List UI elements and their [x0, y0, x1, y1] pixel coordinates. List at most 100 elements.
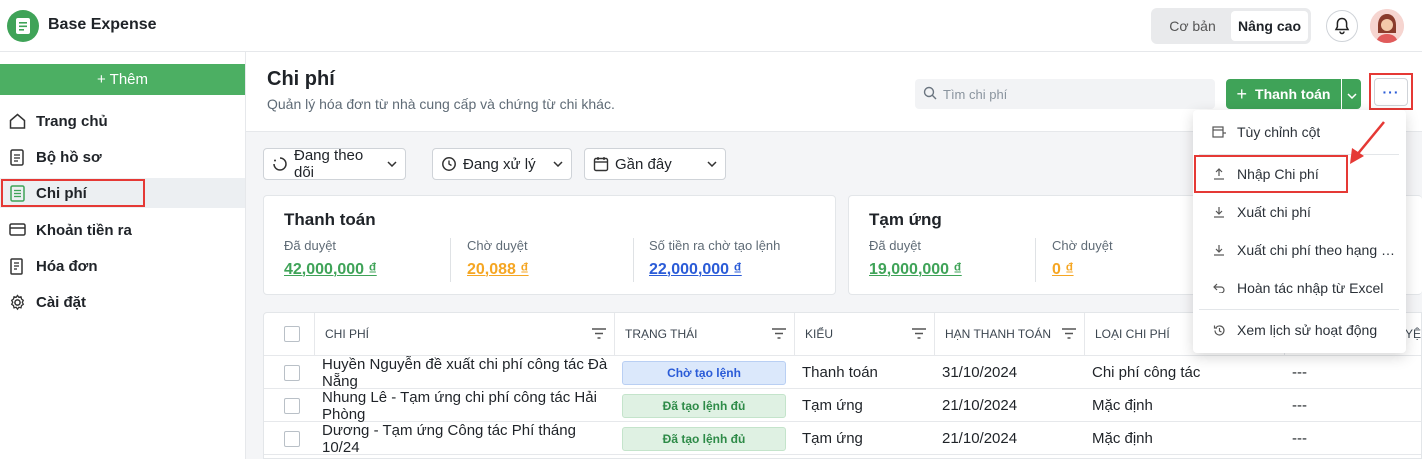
- stat-divider: [633, 238, 634, 282]
- filter-icon[interactable]: [772, 328, 786, 342]
- plus-icon: +: [1236, 83, 1248, 104]
- search-input[interactable]: [943, 86, 1203, 102]
- column-header-expense[interactable]: CHI PHÍ: [315, 313, 615, 356]
- menu-item-label: Tùy chỉnh cột: [1237, 124, 1321, 140]
- sidebar-item-documents[interactable]: Bộ hồ sơ: [0, 142, 245, 172]
- stat-value[interactable]: 42,000,000 ₫: [284, 261, 377, 279]
- cell-expense[interactable]: Dương - Tạm ứng Công tác Phí tháng 10/24: [322, 422, 612, 456]
- filter-follow[interactable]: Đang theo dõi: [263, 147, 406, 181]
- table-row[interactable]: Dương - Tạm ứng Công tác Phí tháng 10/24…: [264, 422, 1421, 456]
- status-badge: Đã tạo lệnh đủ: [622, 426, 786, 451]
- menu-item-export-by-category[interactable]: Xuất chi phí theo hạng mục: [1193, 231, 1406, 269]
- select-all-checkbox[interactable]: [284, 326, 300, 342]
- invoice-icon: [8, 257, 26, 275]
- cell-expense[interactable]: Huyền Nguyễn đề xuất chi phí công tác Đà…: [322, 356, 612, 390]
- sidebar-item-label: Cài đặt: [36, 293, 87, 311]
- sidebar-item-label: Hóa đơn: [36, 257, 98, 275]
- table-row[interactable]: Huyền Nguyễn đề xuất chi phí công tác Đà…: [264, 356, 1421, 390]
- filter-recent[interactable]: Gần đây: [584, 148, 726, 180]
- mode-advanced-button[interactable]: Nâng cao: [1231, 11, 1308, 41]
- menu-item-undo-import[interactable]: Hoàn tác nhập từ Excel: [1193, 269, 1406, 307]
- cell-extra: ---: [1292, 430, 1307, 447]
- sidebar-item-home[interactable]: Trang chủ: [0, 106, 245, 136]
- filter-processing[interactable]: Đang xử lý: [432, 148, 572, 180]
- top-bar: Base Expense Cơ bản Nâng cao: [0, 0, 1422, 52]
- status-badge: Đã tạo lệnh đủ: [622, 393, 786, 418]
- cell-type: Tạm ứng: [802, 397, 863, 414]
- mode-basic-button[interactable]: Cơ bản: [1154, 11, 1231, 41]
- row-checkbox[interactable]: [284, 430, 300, 447]
- app-name: Base Expense: [48, 16, 157, 33]
- stat-value[interactable]: 0 ₫: [1052, 261, 1113, 279]
- history-icon: [1211, 324, 1227, 337]
- column-header-status[interactable]: TRẠNG THÁI: [615, 313, 795, 356]
- pay-dropdown-button[interactable]: [1342, 79, 1361, 109]
- sidebar-item-outgoing[interactable]: Khoản tiền ra: [0, 215, 245, 245]
- filter-icon[interactable]: [592, 328, 606, 342]
- sidebar-item-settings[interactable]: Cài đặt: [0, 287, 245, 317]
- filter-icon[interactable]: [912, 328, 926, 342]
- sidebar: + Thêm Trang chủ Bộ hồ sơ Chi phí Khoản …: [0, 52, 246, 459]
- menu-item-label: Xuất chi phí: [1237, 204, 1311, 220]
- app-logo-icon[interactable]: [7, 10, 39, 42]
- cell-status: Đã tạo lệnh đủ: [622, 422, 786, 455]
- column-label: KIỂU: [805, 327, 834, 341]
- row-checkbox[interactable]: [284, 397, 300, 414]
- column-label: YỆ: [1404, 327, 1421, 341]
- menu-item-activity-history[interactable]: Xem lịch sử hoạt động: [1193, 311, 1406, 349]
- card-title: Thanh toán: [284, 210, 376, 229]
- cell-due-date: 21/10/2024: [942, 397, 1018, 414]
- annotation-arrow: [1350, 121, 1385, 164]
- sidebar-item-label: Trang chủ: [36, 112, 108, 130]
- sidebar-item-label: Khoản tiền ra: [36, 221, 132, 239]
- download-icon: [1211, 206, 1227, 218]
- pay-button-label: Thanh toán: [1255, 86, 1331, 102]
- payment-summary-card: Thanh toán Đã duyệt 42,000,000 ₫ Chờ duy…: [263, 195, 836, 295]
- chevron-down-icon: [553, 161, 563, 167]
- highlight-box: [1, 179, 145, 207]
- header-select-all: [264, 313, 315, 356]
- cell-due-date: 31/10/2024: [942, 364, 1018, 381]
- spinner-icon: [272, 156, 288, 172]
- search-icon: [923, 86, 937, 103]
- more-options-button[interactable]: ···: [1374, 77, 1408, 106]
- add-button[interactable]: + Thêm: [0, 64, 245, 95]
- menu-item-export-expenses[interactable]: Xuất chi phí: [1193, 193, 1406, 231]
- table-row[interactable]: Nhung Lê - Tạm ứng chi phí công tác Hải …: [264, 389, 1421, 423]
- gear-icon: [8, 293, 26, 311]
- user-avatar[interactable]: [1370, 9, 1404, 43]
- import-highlight-box: [1194, 155, 1348, 193]
- filter-label: Đang theo dõi: [294, 147, 364, 181]
- stat-value[interactable]: 22,000,000 ₫: [649, 261, 780, 279]
- download-icon: [1211, 244, 1227, 256]
- column-header-due-date[interactable]: HẠN THANH TOÁN: [935, 313, 1085, 356]
- bell-icon[interactable]: [1326, 10, 1358, 42]
- stat-value[interactable]: 19,000,000 ₫: [869, 261, 962, 279]
- stat-divider: [450, 238, 451, 282]
- column-label: TRẠNG THÁI: [625, 327, 698, 341]
- column-label: LOẠI CHI PHÍ: [1095, 327, 1170, 341]
- cell-expense[interactable]: Nhung Lê - Tạm ứng chi phí công tác Hải …: [322, 389, 612, 423]
- column-header-type[interactable]: KIỂU: [795, 313, 935, 356]
- menu-item-label: Hoàn tác nhập từ Excel: [1237, 280, 1384, 296]
- filter-icon[interactable]: [1062, 328, 1076, 342]
- stat-pending: Chờ duyệt 0 ₫: [1052, 238, 1113, 279]
- sidebar-item-invoices[interactable]: Hóa đơn: [0, 251, 245, 281]
- cell-status: Đã tạo lệnh đủ: [622, 389, 786, 422]
- stat-divider: [1035, 238, 1036, 282]
- more-options-highlight: ···: [1369, 73, 1413, 110]
- sidebar-item-expenses[interactable]: Chi phí: [0, 178, 245, 208]
- cell-due-date: 21/10/2024: [942, 430, 1018, 447]
- cell-category: Chi phí công tác: [1092, 364, 1201, 381]
- stat-label: Đã duyệt: [869, 238, 922, 253]
- menu-divider: [1199, 309, 1399, 310]
- stat-pending: Chờ duyệt 20,088 ₫: [467, 238, 529, 279]
- cell-type: Thanh toán: [802, 364, 878, 381]
- stat-value[interactable]: 20,088 ₫: [467, 261, 529, 279]
- stat-label: Chờ duyệt: [467, 238, 528, 253]
- pay-button[interactable]: + Thanh toán: [1226, 79, 1341, 109]
- cell-extra: ---: [1292, 397, 1307, 414]
- column-label: CHI PHÍ: [325, 327, 370, 341]
- home-icon: [8, 112, 26, 130]
- row-checkbox[interactable]: [284, 364, 300, 381]
